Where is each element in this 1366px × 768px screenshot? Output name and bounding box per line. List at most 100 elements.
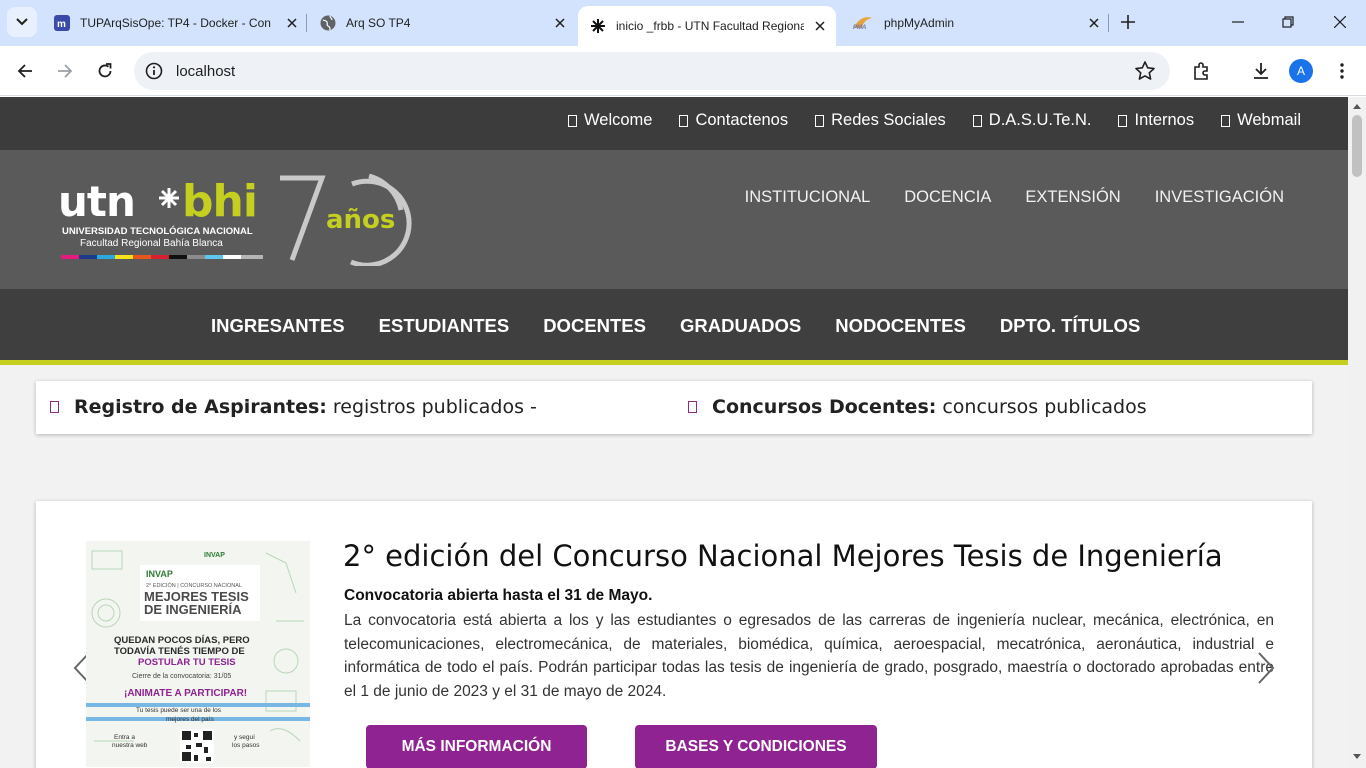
nav-docencia[interactable]: DOCENCIA bbox=[904, 188, 991, 207]
arrow-right-icon bbox=[58, 64, 73, 78]
utn-bhi-logo[interactable]: utn bhi UNIVERSIDAD TECNOLÓGICA NACIONAL… bbox=[58, 174, 420, 266]
downloads-button[interactable] bbox=[1247, 57, 1275, 85]
ticker-item-concursos[interactable]: Concursos Docentes: concursos publicados bbox=[688, 396, 1147, 418]
tab-title: Arq SO TP4 bbox=[346, 16, 411, 30]
placeholder-glyph-icon bbox=[679, 114, 689, 127]
placeholder-glyph-icon bbox=[568, 114, 577, 127]
reload-icon bbox=[98, 63, 112, 78]
top-link-label: Internos bbox=[1134, 111, 1195, 129]
top-link-redes-sociales[interactable]: Redes Sociales bbox=[815, 111, 946, 130]
nav-ingresantes[interactable]: INGRESANTES bbox=[211, 315, 345, 337]
tab-search-button[interactable] bbox=[7, 7, 37, 37]
slide-subtitle: Convocatoria abierta hasta el 31 de Mayo… bbox=[344, 587, 653, 604]
tab-arq-so[interactable]: Arq SO TP4 bbox=[312, 6, 568, 40]
ticker-item-aspirantes[interactable]: Registro de Aspirantes: registros public… bbox=[50, 396, 537, 418]
arrow-left-icon bbox=[17, 64, 32, 78]
close-window-button[interactable] bbox=[1328, 10, 1352, 34]
tab-title: inicio _frbb - UTN Facultad Regional bbox=[616, 19, 804, 33]
tab-separator bbox=[306, 14, 307, 32]
terms-button[interactable]: BASES Y CONDICIONES bbox=[635, 725, 877, 768]
new-tab-button[interactable] bbox=[1116, 10, 1140, 34]
logo-line1: UNIVERSIDAD TECNOLÓGICA NACIONAL bbox=[62, 225, 253, 237]
utn-icon bbox=[590, 18, 606, 34]
top-link-welcome[interactable]: Welcome bbox=[568, 111, 652, 130]
nav-docentes[interactable]: DOCENTES bbox=[543, 315, 646, 337]
nav-dpto-titulos[interactable]: DPTO. TÍTULOS bbox=[1000, 315, 1140, 337]
svg-text:utn: utn bbox=[58, 177, 135, 226]
placeholder-glyph-icon bbox=[972, 114, 982, 127]
seventy-anniversary-mark: años bbox=[280, 174, 412, 266]
ticker-text: registros publicados - bbox=[332, 396, 537, 418]
placeholder-glyph-icon bbox=[688, 401, 697, 413]
tab-utn[interactable]: inicio _frbb - UTN Facultad Regional bbox=[578, 6, 836, 46]
close-icon[interactable] bbox=[552, 15, 568, 31]
reload-button[interactable] bbox=[91, 57, 119, 85]
profile-avatar[interactable]: A bbox=[1289, 59, 1313, 83]
nav-estudiantes[interactable]: ESTUDIANTES bbox=[379, 315, 510, 337]
address-bar[interactable]: localhost bbox=[134, 52, 1170, 90]
poster-edition: 2° EDICIÓN | CONCURSO NACIONAL bbox=[146, 582, 242, 589]
announcements-ticker: Registro de Aspirantes: registros public… bbox=[36, 381, 1312, 434]
poster-deadline: Cierre de la convocatoria: 31/05 bbox=[132, 673, 231, 680]
menu-button[interactable] bbox=[1328, 57, 1356, 85]
site-header: utn bhi UNIVERSIDAD TECNOLÓGICA NACIONAL… bbox=[0, 150, 1348, 289]
nav-extension[interactable]: EXTENSIÓN bbox=[1025, 188, 1120, 207]
main-nav: INSTITUCIONAL DOCENCIA EXTENSIÓN INVESTI… bbox=[711, 188, 1284, 207]
nav-graduados[interactable]: GRADUADOS bbox=[680, 315, 801, 337]
star-icon[interactable] bbox=[1134, 60, 1156, 82]
scrollbar-thumb[interactable] bbox=[1352, 115, 1362, 177]
tab-phpmyadmin[interactable]: PMA phpMyAdmin bbox=[844, 6, 1102, 40]
top-links-bar: Welcome Contactenos Redes Sociales D.A.S… bbox=[0, 97, 1348, 150]
poster-web: nuestra web bbox=[112, 742, 148, 749]
back-button[interactable] bbox=[11, 57, 39, 85]
top-link-webmail[interactable]: Webmail bbox=[1221, 111, 1301, 130]
forward-button[interactable] bbox=[51, 57, 79, 85]
minimize-button[interactable] bbox=[1226, 10, 1250, 34]
close-icon[interactable] bbox=[812, 18, 828, 34]
svg-text:m: m bbox=[57, 19, 66, 30]
close-icon[interactable] bbox=[284, 15, 300, 31]
poster-steps: los pasos bbox=[232, 742, 260, 749]
restore-icon bbox=[1282, 16, 1294, 28]
logo-color-stripe bbox=[61, 255, 263, 259]
ticker-label: Registro de Aspirantes: bbox=[74, 396, 327, 418]
poster-cta: ¡ANIMATE A PARTICIPAR! bbox=[124, 688, 247, 699]
plus-icon bbox=[1121, 15, 1135, 29]
nav-investigacion[interactable]: INVESTIGACIÓN bbox=[1155, 188, 1284, 207]
restore-button[interactable] bbox=[1276, 10, 1300, 34]
top-link-label: Welcome bbox=[584, 111, 653, 129]
url-text[interactable]: localhost bbox=[176, 63, 235, 80]
ticker-text: concursos publicados bbox=[942, 396, 1147, 418]
phpmyadmin-icon: PMA bbox=[852, 15, 874, 31]
top-link-dasuten[interactable]: D.A.S.U.Te.N. bbox=[972, 111, 1091, 130]
poster-web: Entra a bbox=[114, 734, 135, 741]
tab-title: phpMyAdmin bbox=[884, 16, 955, 30]
top-link-contactenos[interactable]: Contactenos bbox=[679, 111, 788, 130]
poster-tagline: Tu tesis puede ser una de los bbox=[136, 707, 222, 714]
featured-slide: INVAP INVAP 2° EDICIÓN | CONCURSO NACION… bbox=[36, 501, 1312, 768]
scroll-up-icon[interactable] bbox=[1352, 101, 1362, 111]
tab-title: TUPArqSisOpe: TP4 - Docker - Con bbox=[80, 16, 271, 30]
poster-headline: DE INGENIERÍA bbox=[144, 602, 242, 617]
top-link-internos[interactable]: Internos bbox=[1118, 111, 1194, 130]
placeholder-glyph-icon bbox=[1118, 114, 1128, 127]
contest-poster[interactable]: INVAP INVAP 2° EDICIÓN | CONCURSO NACION… bbox=[86, 541, 310, 767]
download-icon bbox=[1254, 63, 1268, 79]
close-icon[interactable] bbox=[1086, 15, 1102, 31]
nav-nodocentes[interactable]: NODOCENTES bbox=[835, 315, 966, 337]
extensions-button[interactable] bbox=[1188, 57, 1216, 85]
poster-message: TODAVÍA TENÉS TIEMPO DE bbox=[114, 646, 245, 657]
logo-line2: Facultad Regional Bahía Blanca bbox=[80, 238, 223, 249]
scroll-down-icon[interactable] bbox=[1352, 751, 1362, 761]
close-icon bbox=[1334, 16, 1346, 28]
page-scrollbar[interactable] bbox=[1348, 97, 1366, 768]
audience-nav: INGRESANTES ESTUDIANTES DOCENTES GRADUAD… bbox=[0, 289, 1348, 365]
placeholder-glyph-icon bbox=[1221, 114, 1231, 127]
slide-title[interactable]: 2° edición del Concurso Nacional Mejores… bbox=[343, 539, 1223, 573]
chevron-right-icon[interactable] bbox=[1256, 651, 1276, 685]
qr-code-icon bbox=[180, 729, 214, 763]
nav-institucional[interactable]: INSTITUCIONAL bbox=[745, 188, 871, 207]
info-icon[interactable] bbox=[144, 61, 164, 81]
more-info-button[interactable]: MÁS INFORMACIÓN bbox=[366, 725, 587, 768]
tab-moodle[interactable]: m TUPArqSisOpe: TP4 - Docker - Con bbox=[46, 6, 300, 40]
